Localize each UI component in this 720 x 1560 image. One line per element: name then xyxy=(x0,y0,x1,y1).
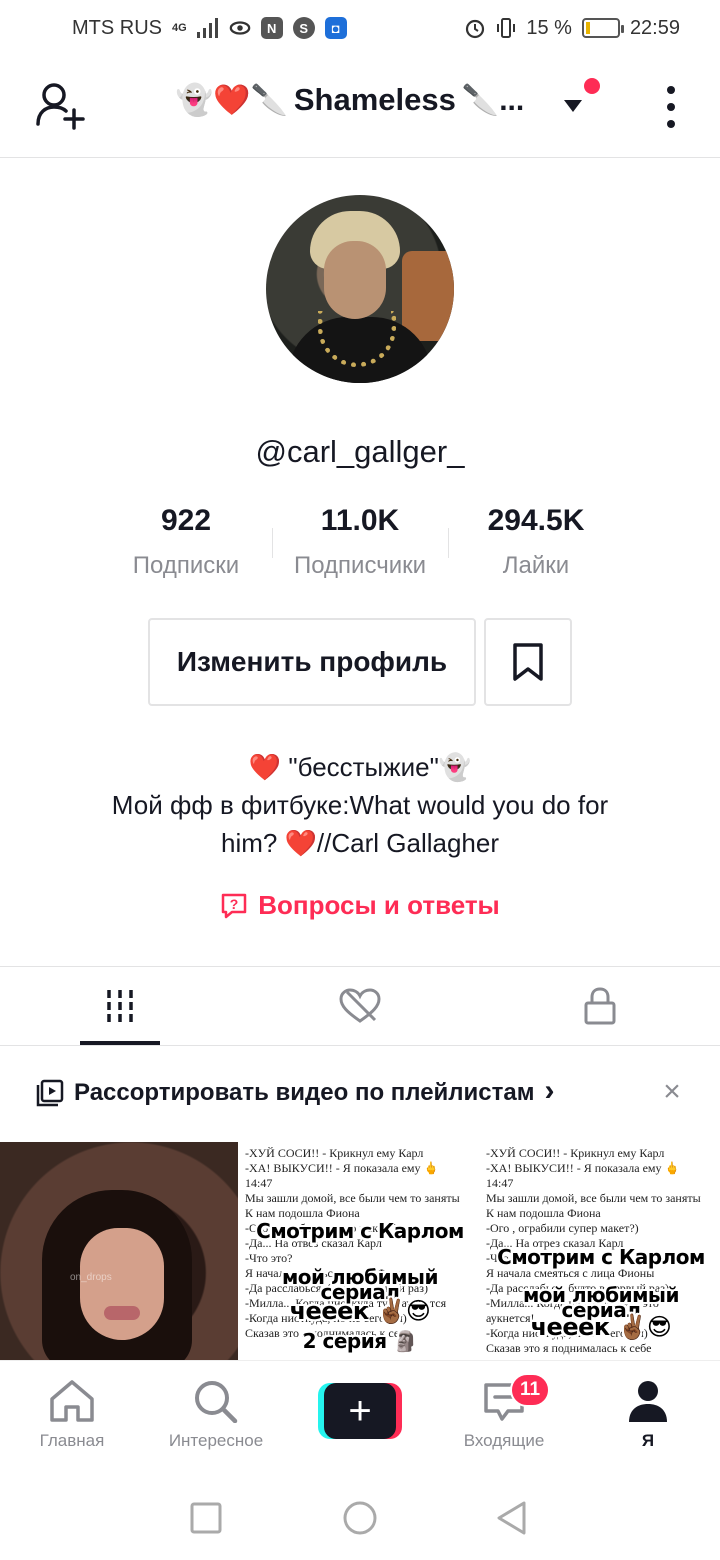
tab-private[interactable] xyxy=(480,967,720,1045)
add-user-icon[interactable] xyxy=(34,80,86,132)
nfc-icon: N xyxy=(260,17,283,39)
network-type: 4G xyxy=(172,22,187,34)
tab-videos[interactable] xyxy=(0,967,240,1045)
likes-count: 294.5K xyxy=(487,504,585,537)
video-grid: on_drops -ХУЙ СОСИ!! - Крикнул ему Карл … xyxy=(0,1142,720,1360)
grid-icon xyxy=(107,990,133,1022)
signal-icon xyxy=(196,18,218,38)
video-thumbnail[interactable]: -ХУЙ СОСИ!! - Крикнул ему Карл -ХА! ВЫКУ… xyxy=(482,1142,720,1360)
nav-me[interactable]: Я xyxy=(578,1379,718,1451)
qa-label: Вопросы и ответы xyxy=(258,890,500,920)
nav-me-label: Я xyxy=(641,1431,655,1450)
qa-link[interactable]: ? Вопросы и ответы xyxy=(0,890,720,921)
recents-icon[interactable] xyxy=(188,1500,224,1536)
chevron-right-icon: › xyxy=(544,1074,555,1107)
title-suffix: 🔪... xyxy=(461,83,525,117)
video-overlay-2: мой любимый сериал xyxy=(281,1265,439,1304)
bio-line-3: him? ❤️//Carl Gallagher xyxy=(220,828,500,858)
video-thumbnail[interactable]: -ХУЙ СОСИ!! - Крикнул ему Карл -ХА! ВЫКУ… xyxy=(241,1142,479,1360)
likes-label: Лайки xyxy=(502,552,570,579)
status-bar: MTS RUS 4G N S ◘ 15 % 22:59 xyxy=(0,0,720,56)
nav-home-label: Главная xyxy=(39,1431,105,1450)
nav-discover-label: Интересное xyxy=(168,1431,264,1450)
inbox-badge: 11 xyxy=(510,1373,551,1407)
active-tab-indicator xyxy=(80,1041,160,1045)
username: @carl_gallger_ xyxy=(255,434,465,469)
chevron-down-icon[interactable] xyxy=(562,98,584,114)
profile-tabs xyxy=(0,966,720,1046)
notification-dot xyxy=(584,78,600,94)
bottom-nav: Главная Интересное + Входящие 11 Я xyxy=(0,1360,720,1476)
followers-count: 11.0K xyxy=(320,504,400,537)
vibrate-icon xyxy=(497,18,516,38)
home-circle-icon[interactable] xyxy=(342,1500,378,1536)
bio-line-1: ❤️ "бесстыжие"👻 xyxy=(248,752,472,782)
profile-stats: 922 Подписки 11.0K Подписчики 294.5K Лай… xyxy=(0,504,720,584)
followers-label: Подписчики xyxy=(293,552,427,579)
search-icon xyxy=(195,1381,238,1423)
video-overlay-3: чееек ✌🏾😎 xyxy=(289,1297,431,1325)
eye-icon xyxy=(229,17,251,39)
app-icon: ◘ xyxy=(324,17,347,39)
edit-profile-button[interactable]: Изменить профиль xyxy=(148,618,476,706)
question-icon: ? xyxy=(221,893,247,918)
hidden-heart-icon xyxy=(339,988,381,1023)
watermark: on_drops xyxy=(70,1272,112,1283)
video-overlay-4: 2 серия 🗿 xyxy=(302,1329,418,1353)
lock-icon xyxy=(584,987,616,1025)
title-emojis: 👻❤️🔪 xyxy=(175,83,288,117)
bio: ❤️ "бесстыжие"👻 Мой фф в фитбуке:What wo… xyxy=(40,748,680,862)
plus-icon: + xyxy=(324,1383,396,1439)
following-label: Подписки xyxy=(132,552,240,579)
home-icon xyxy=(50,1380,94,1422)
battery-icon xyxy=(581,18,624,38)
playlist-icon xyxy=(36,1079,64,1107)
video-overlay-1: Смотрим с Карлом xyxy=(256,1219,464,1243)
clock: 22:59 xyxy=(629,16,680,39)
create-button[interactable]: + xyxy=(318,1383,402,1439)
svg-text:?: ? xyxy=(230,896,239,912)
following-stat[interactable]: 922 Подписки xyxy=(96,504,276,580)
profile-title: Shameless xyxy=(293,82,456,117)
profile-icon xyxy=(629,1381,667,1422)
likes-stat[interactable]: 294.5K Лайки xyxy=(446,504,626,580)
close-icon[interactable]: × xyxy=(656,1075,688,1108)
followers-stat[interactable]: 11.0K Подписчики xyxy=(270,504,450,580)
system-nav-bar xyxy=(0,1476,720,1560)
video-overlay-1: Смотрим с Карлом xyxy=(497,1245,705,1269)
more-options-icon[interactable] xyxy=(656,82,686,132)
video-thumbnail[interactable]: on_drops xyxy=(0,1142,238,1360)
nav-inbox-label: Входящие xyxy=(463,1431,545,1450)
back-icon[interactable] xyxy=(494,1500,530,1536)
following-count: 922 xyxy=(160,504,212,537)
nav-home[interactable]: Главная xyxy=(2,1379,142,1451)
nav-discover[interactable]: Интересное xyxy=(146,1379,286,1451)
tab-liked[interactable] xyxy=(240,967,480,1045)
alarm-icon xyxy=(466,19,485,39)
profile-name-switcher[interactable]: 👻❤️🔪 Shameless 🔪... xyxy=(150,82,550,118)
video-overlay-3: чееек ✌🏾😎 xyxy=(530,1313,672,1341)
battery-percent: 15 % xyxy=(526,16,572,39)
playlist-banner-text: Рассортировать видео по плейлистам xyxy=(74,1079,535,1106)
avatar[interactable] xyxy=(266,195,454,383)
nav-inbox[interactable]: Входящие xyxy=(434,1379,574,1451)
favorites-button[interactable] xyxy=(484,618,572,706)
bookmark-icon xyxy=(513,643,543,681)
profile-header: 👻❤️🔪 Shameless 🔪... xyxy=(0,56,720,158)
bio-line-2: Мой фф в фитбуке:What would you do for xyxy=(111,790,609,820)
shazam-icon: S xyxy=(292,17,315,39)
carrier-label: MTS RUS xyxy=(72,16,162,39)
playlist-banner[interactable]: Рассортировать видео по плейлистам › xyxy=(0,1060,720,1126)
